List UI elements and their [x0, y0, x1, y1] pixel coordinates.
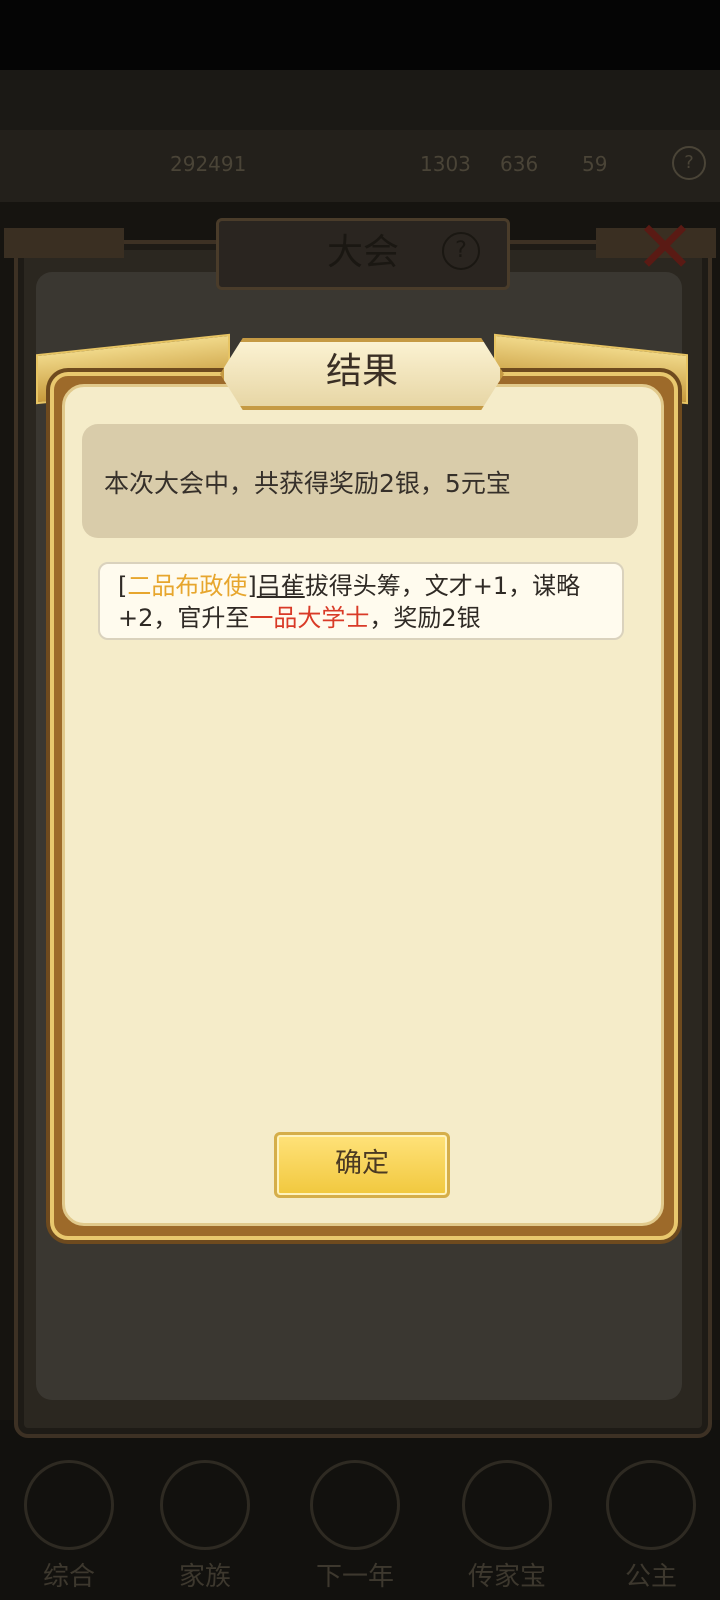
- resource-value: 292491: [170, 152, 247, 176]
- nav-item: 公主: [596, 1460, 706, 1593]
- confirm-button[interactable]: 确定: [274, 1132, 450, 1198]
- panel-wing-left: [4, 228, 124, 258]
- header-band: [0, 70, 720, 130]
- nav-item: 传家宝: [452, 1460, 562, 1593]
- background-help-icon: ?: [672, 146, 706, 180]
- log-tail: ，奖励2银: [369, 604, 481, 632]
- promotion-rank: 一品大学士: [249, 604, 370, 632]
- bracket-open: [: [118, 572, 128, 600]
- resource-value: 636: [500, 152, 539, 176]
- bracket-close: ]: [247, 572, 257, 600]
- result-log-item: [二品布政使]吕雈拔得头筹，文才+1，谋略+2，官升至一品大学士，奖励2银: [98, 562, 624, 640]
- official-rank: 二品布政使: [127, 572, 248, 600]
- question-circle-icon[interactable]: ?: [442, 232, 480, 270]
- resource-value: 1303: [420, 152, 471, 176]
- nav-item: 下一年: [300, 1460, 410, 1593]
- result-log-text: [二品布政使]吕雈拔得头筹，文才+1，谋略+2，官升至一品大学士，奖励2银: [118, 570, 608, 634]
- nav-item: 家族: [150, 1460, 260, 1593]
- result-dialog-title: 结果: [220, 338, 504, 410]
- close-x-icon[interactable]: ✕: [630, 211, 700, 283]
- character-name-link[interactable]: 吕雈: [257, 572, 305, 600]
- status-bar: [0, 0, 720, 70]
- resource-value: 59: [582, 152, 608, 176]
- resource-bar: 292491 1303 636 59: [0, 130, 720, 202]
- reward-summary-text: 本次大会中，共获得奖励2银，5元宝: [104, 469, 511, 498]
- bottom-nav: 综合 家族 下一年 传家宝 公主: [0, 1420, 720, 1600]
- reward-summary: 本次大会中，共获得奖励2银，5元宝: [82, 424, 638, 538]
- nav-item: 综合: [14, 1460, 124, 1593]
